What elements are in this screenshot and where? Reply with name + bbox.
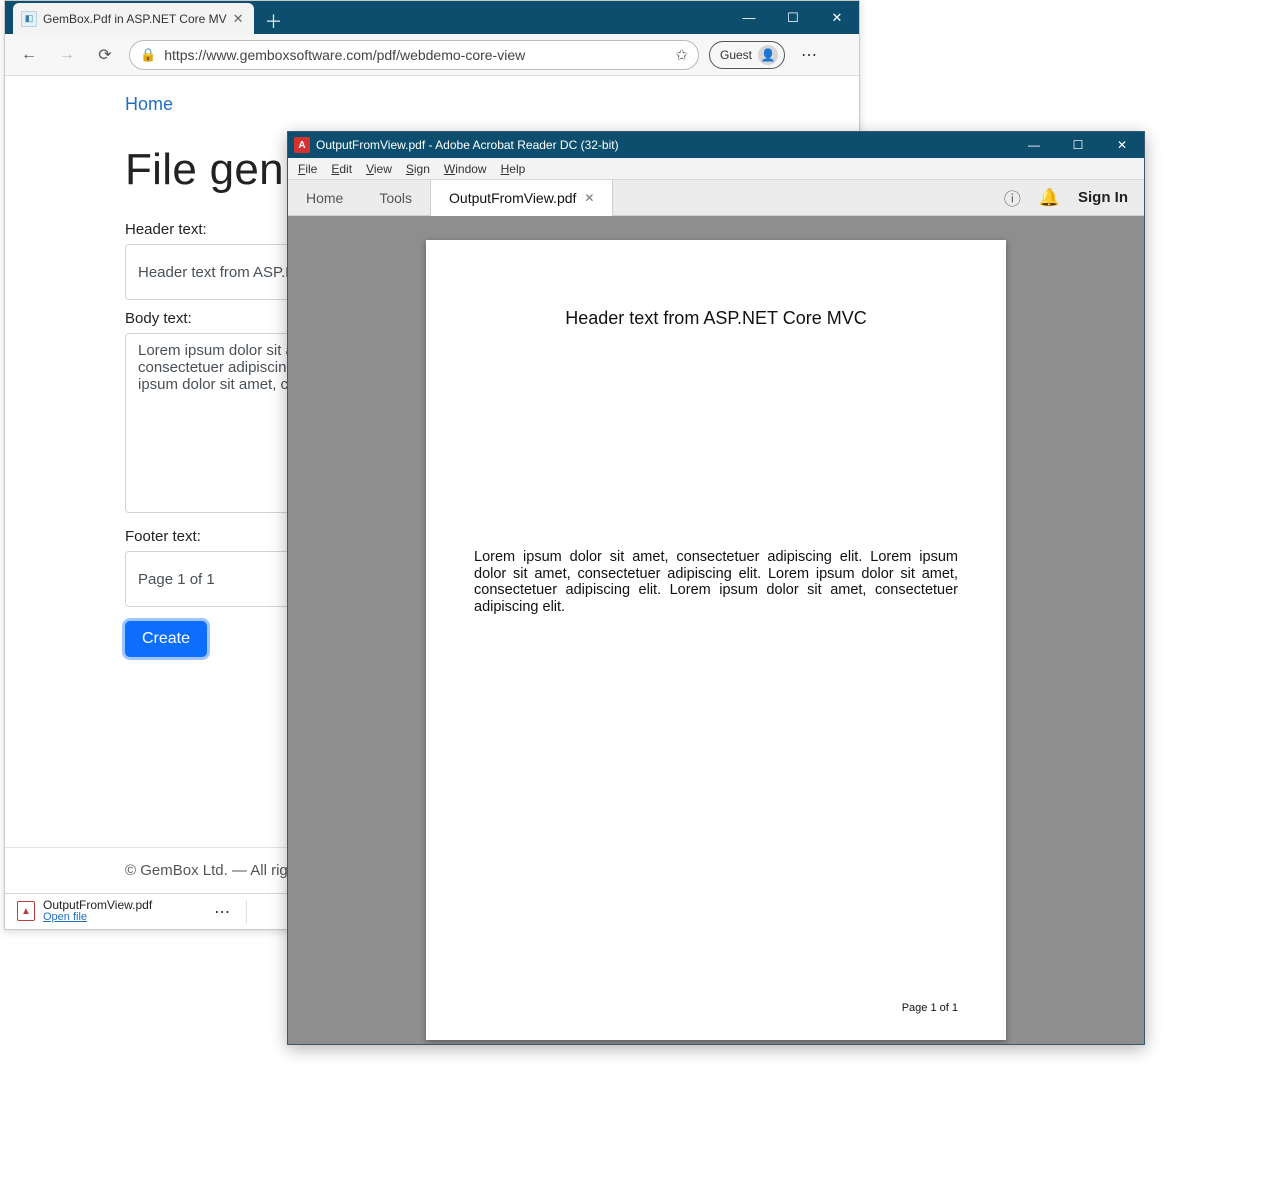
acrobat-close-button[interactable]: ✕ (1100, 132, 1144, 158)
acrobat-tab-tools[interactable]: Tools (361, 180, 430, 216)
menu-window[interactable]: Window (444, 162, 487, 176)
acrobat-document-area[interactable]: Header text from ASP.NET Core MVC Lorem … (288, 216, 1144, 1044)
profile-label: Guest (720, 48, 752, 62)
download-item[interactable]: ▲ OutputFromView.pdf Open file (11, 897, 158, 925)
minimize-button[interactable]: — (727, 1, 771, 34)
refresh-button[interactable]: ⟳ (91, 41, 119, 69)
acrobat-tab-doc-label: OutputFromView.pdf (449, 190, 576, 206)
pdf-header-text: Header text from ASP.NET Core MVC (474, 308, 958, 329)
forward-button[interactable]: → (53, 41, 81, 69)
download-text: OutputFromView.pdf Open file (43, 899, 152, 923)
pdf-footer-text: Page 1 of 1 (902, 1002, 958, 1014)
url-text: https://www.gembox​software.com/pdf/webd… (164, 47, 667, 63)
create-button[interactable]: Create (125, 621, 207, 657)
acrobat-app-icon: A (294, 137, 310, 153)
menu-help[interactable]: Help (501, 162, 526, 176)
pdf-page: Header text from ASP.NET Core MVC Lorem … (426, 240, 1006, 1040)
pdf-file-icon: ▲ (17, 901, 35, 921)
acrobat-minimize-button[interactable]: — (1012, 132, 1056, 158)
address-bar[interactable]: 🔒 https://www.gembox​software.com/pdf/we… (129, 40, 699, 70)
acrobat-window: A OutputFromView.pdf - Adobe Acrobat Rea… (287, 131, 1145, 1045)
acrobat-tab-close-icon[interactable]: ✕ (584, 191, 594, 205)
download-open-link[interactable]: Open file (43, 912, 152, 924)
acrobat-title: OutputFromView.pdf - Adobe Acrobat Reade… (316, 138, 1012, 152)
help-icon[interactable]: ⓘ (1004, 185, 1021, 210)
download-more-button[interactable]: ⋯ (208, 898, 236, 926)
browser-tab[interactable]: ◧ GemBox.Pdf in ASP.NET Core MV ✕ (13, 3, 254, 35)
favicon-icon: ◧ (21, 11, 37, 27)
maximize-button[interactable]: ☐ (771, 1, 815, 34)
profile-button[interactable]: Guest 👤 (709, 41, 785, 69)
acrobat-tab-document[interactable]: OutputFromView.pdf ✕ (430, 180, 613, 216)
lock-icon: 🔒 (140, 47, 156, 63)
acrobat-menubar: File Edit View Sign Window Help (288, 158, 1144, 180)
menu-file[interactable]: File (298, 162, 317, 176)
acrobat-toolbar: Home Tools OutputFromView.pdf ✕ ⓘ 🔔 Sign… (288, 180, 1144, 216)
new-tab-button[interactable]: ＋ (260, 7, 288, 35)
avatar-icon: 👤 (758, 45, 778, 65)
browser-menu-button[interactable]: ⋯ (795, 41, 823, 69)
sign-in-button[interactable]: Sign In (1078, 189, 1128, 206)
close-button[interactable]: ✕ (815, 1, 859, 34)
acrobat-maximize-button[interactable]: ☐ (1056, 132, 1100, 158)
browser-titlebar: ◧ GemBox.Pdf in ASP.NET Core MV ✕ ＋ — ☐ … (5, 1, 859, 34)
window-controls: — ☐ ✕ (727, 1, 859, 34)
favorite-icon[interactable]: ✩ (675, 46, 688, 64)
tab-close-icon[interactable]: ✕ (233, 11, 244, 27)
tab-strip: ◧ GemBox.Pdf in ASP.NET Core MV ✕ ＋ (5, 3, 288, 35)
tab-title: GemBox.Pdf in ASP.NET Core MV (43, 12, 227, 26)
menu-edit[interactable]: Edit (331, 162, 352, 176)
browser-toolbar: ← → ⟳ 🔒 https://www.gembox​software.com/… (5, 34, 859, 76)
acrobat-tab-home[interactable]: Home (288, 180, 361, 216)
back-button[interactable]: ← (15, 41, 43, 69)
menu-sign[interactable]: Sign (406, 162, 430, 176)
nav-home-link[interactable]: Home (125, 88, 173, 127)
menu-view[interactable]: View (366, 162, 392, 176)
bell-icon[interactable]: 🔔 (1039, 188, 1060, 208)
acrobat-toolbar-right: ⓘ 🔔 Sign In (1004, 185, 1144, 210)
acrobat-titlebar: A OutputFromView.pdf - Adobe Acrobat Rea… (288, 132, 1144, 158)
pdf-body-text: Lorem ipsum dolor sit amet, consectetuer… (474, 549, 958, 616)
separator (246, 900, 247, 924)
